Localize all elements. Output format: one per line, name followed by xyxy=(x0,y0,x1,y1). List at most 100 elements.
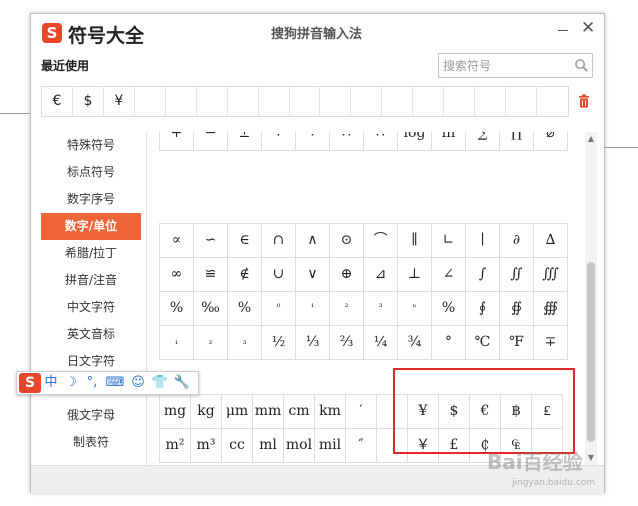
trash-icon[interactable] xyxy=(578,94,590,108)
symbol-cell[interactable]: ½ xyxy=(262,326,296,360)
symbol-cell[interactable]: ∟ xyxy=(432,224,466,258)
symbol-cell[interactable]: ⁰ xyxy=(262,292,296,326)
symbol-cell[interactable]: m² xyxy=(160,429,191,463)
symbol-cell[interactable]: mg xyxy=(160,395,191,429)
search-box[interactable] xyxy=(438,53,593,78)
symbol-cell[interactable]: ± xyxy=(228,132,262,151)
symbol-cell[interactable]: ∷ xyxy=(364,132,398,151)
symbol-cell[interactable]: ∞ xyxy=(160,258,194,292)
symbol-cell[interactable]: ∓ xyxy=(534,326,568,360)
symbol-cell[interactable]: ° xyxy=(432,326,466,360)
symbol-cell[interactable]: ⊕ xyxy=(330,258,364,292)
symbol-cell[interactable]: km xyxy=(315,395,346,429)
symbol-cell[interactable]: ‰ xyxy=(194,292,228,326)
symbol-cell[interactable]: ″ xyxy=(346,429,377,463)
search-icon[interactable] xyxy=(574,58,589,73)
symbol-cell[interactable]: ′ xyxy=(346,395,377,429)
symbol-cell[interactable]: mol xyxy=(284,429,315,463)
symbol-cell[interactable]: ∰ xyxy=(534,292,568,326)
recent-symbol-cell[interactable] xyxy=(475,87,507,116)
symbol-cell[interactable]: ∝ xyxy=(160,224,194,258)
recent-symbol-cell[interactable]: € xyxy=(42,87,73,116)
sidebar-item-category[interactable]: 标点符号 xyxy=(41,159,141,186)
symbol-cell[interactable]: ⊙ xyxy=(330,224,364,258)
scroll-up-arrow-icon[interactable]: ▲ xyxy=(585,132,597,146)
skin-shirt-icon[interactable]: 👕 xyxy=(149,372,171,394)
symbol-cell[interactable]: cm xyxy=(284,395,315,429)
moon-icon[interactable]: ☽ xyxy=(61,372,81,394)
symbol-cell[interactable]: ³ xyxy=(364,292,398,326)
symbol-cell[interactable]: ∶ xyxy=(262,132,296,151)
scroll-thumb[interactable] xyxy=(587,262,595,442)
sidebar-item-category[interactable]: 数字序号 xyxy=(41,186,141,213)
symbol-cell[interactable]: ∴ xyxy=(330,132,364,151)
symbol-cell[interactable]: + xyxy=(160,132,194,151)
recent-symbol-cell[interactable] xyxy=(166,87,197,116)
recent-symbol-cell[interactable] xyxy=(506,87,537,116)
symbol-cell[interactable]: ∣ xyxy=(466,224,500,258)
keyboard-icon[interactable]: ⌨ xyxy=(103,372,127,394)
symbol-cell[interactable]: ∵ xyxy=(296,132,330,151)
scroll-down-arrow-icon[interactable]: ▼ xyxy=(585,451,597,465)
recent-symbol-cell[interactable] xyxy=(444,87,476,116)
sidebar-item-category[interactable]: 特殊符号 xyxy=(41,132,141,159)
symbol-cell[interactable]: ∑ xyxy=(466,132,500,151)
symbol-cell[interactable]: ¾ xyxy=(398,326,432,360)
symbol-cell[interactable]: ₂ xyxy=(194,326,228,360)
symbol-cell[interactable]: ℃ xyxy=(466,326,500,360)
close-button[interactable]: ✕ xyxy=(581,18,595,38)
recent-symbol-cell[interactable]: ¥ xyxy=(104,87,135,116)
symbol-cell[interactable]: ∧ xyxy=(296,224,330,258)
symbol-cell[interactable]: ¼ xyxy=(364,326,398,360)
recent-symbol-cell[interactable] xyxy=(320,87,352,116)
symbol-cell[interactable]: ₁ xyxy=(160,326,194,360)
search-input[interactable] xyxy=(443,57,568,75)
symbol-cell[interactable]: cc xyxy=(222,429,253,463)
sidebar-item-category[interactable]: 中文字符 xyxy=(41,294,141,321)
symbol-cell[interactable]: mil xyxy=(315,429,346,463)
symbol-cell[interactable]: ⌒ xyxy=(364,224,398,258)
sidebar-item-category[interactable]: 希腊/拉丁 xyxy=(41,240,141,267)
recent-symbol-cell[interactable]: $ xyxy=(73,87,104,116)
symbol-cell[interactable]: ∫ xyxy=(466,258,500,292)
symbol-cell[interactable]: ∏ xyxy=(500,132,534,151)
sidebar-item-category[interactable]: 拼音/注音 xyxy=(41,267,141,294)
symbol-cell[interactable]: ⅔ xyxy=(330,326,364,360)
symbol-cell[interactable]: ⊥ xyxy=(398,258,432,292)
user-icon[interactable]: ☺ xyxy=(127,372,149,394)
recent-symbol-cell[interactable] xyxy=(228,87,259,116)
sidebar-item-category[interactable]: 俄文字母 xyxy=(41,402,141,429)
recent-symbol-cell[interactable] xyxy=(537,87,568,116)
minimize-button[interactable] xyxy=(558,30,568,31)
symbol-cell[interactable]: ₃ xyxy=(228,326,262,360)
recent-symbol-cell[interactable] xyxy=(290,87,321,116)
symbol-cell[interactable]: ln xyxy=(432,132,466,151)
recent-symbol-cell[interactable] xyxy=(351,87,383,116)
symbol-cell[interactable]: ⊿ xyxy=(364,258,398,292)
symbol-cell[interactable]: ∉ xyxy=(228,258,262,292)
symbol-cell[interactable]: ∥ xyxy=(398,224,432,258)
symbol-cell[interactable]: ∽ xyxy=(194,224,228,258)
symbol-cell[interactable]: ∠ xyxy=(432,258,466,292)
symbol-cell[interactable]: % xyxy=(160,292,194,326)
symbol-cell[interactable]: ∮ xyxy=(466,292,500,326)
symbol-cell[interactable]: ∆ xyxy=(534,224,568,258)
symbol-cell[interactable]: ∯ xyxy=(500,292,534,326)
symbol-cell[interactable]: ⅓ xyxy=(296,326,330,360)
symbol-cell[interactable]: ∨ xyxy=(296,258,330,292)
symbol-cell[interactable]: ∬ xyxy=(500,258,534,292)
symbol-cell[interactable]: ⁿ xyxy=(398,292,432,326)
sidebar-item-category[interactable]: 数字/单位 xyxy=(41,213,141,240)
symbol-cell[interactable]: m³ xyxy=(191,429,222,463)
symbol-cell[interactable]: ℉ xyxy=(500,326,534,360)
symbol-cell[interactable]: ¹ xyxy=(296,292,330,326)
recent-symbol-cell[interactable] xyxy=(259,87,290,116)
symbol-cell[interactable]: log xyxy=(398,132,432,151)
symbol-cell[interactable]: ∂ xyxy=(500,224,534,258)
recent-symbol-cell[interactable] xyxy=(135,87,166,116)
recent-symbol-cell[interactable] xyxy=(413,87,445,116)
symbol-cell[interactable]: ∭ xyxy=(534,258,568,292)
chinese-mode-toggle[interactable]: 中 xyxy=(41,372,61,394)
recent-symbol-cell[interactable] xyxy=(382,87,414,116)
symbol-cell[interactable]: mm xyxy=(253,395,284,429)
